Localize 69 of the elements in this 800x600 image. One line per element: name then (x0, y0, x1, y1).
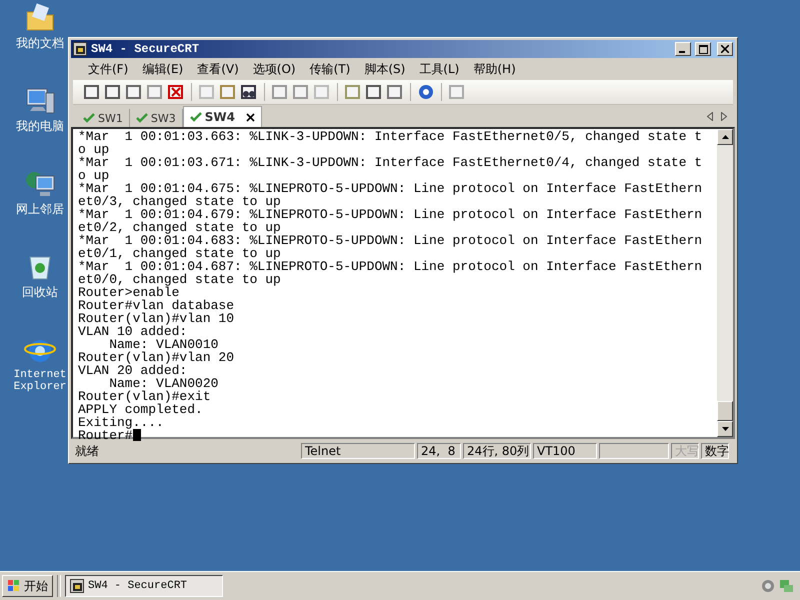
desktop-icon-label[interactable]: Internet Explorer (14, 369, 66, 393)
check-icon (136, 113, 148, 123)
status-pane (599, 443, 669, 459)
menu-item[interactable]: 传输(T) (302, 60, 358, 78)
terminal-cursor (132, 429, 141, 441)
terminal-line: et0/0, changed state to up (78, 273, 281, 286)
status-pane: VT100 (533, 443, 597, 459)
terminal-line: APPLY completed. (78, 403, 203, 416)
desktop-icon-label[interactable]: 网上邻居 (16, 203, 64, 215)
status-pane: 数字 (701, 443, 729, 459)
minimize-button[interactable] (675, 42, 691, 56)
menu-item[interactable]: 查看(V) (190, 60, 246, 78)
close-button[interactable] (717, 42, 733, 56)
session-tab[interactable]: SW4 (182, 106, 262, 127)
terminal-line: o up (78, 169, 110, 182)
terminal-line: et0/3, changed state to up (78, 195, 281, 208)
menu-item[interactable]: 帮助(H) (466, 60, 523, 78)
window-title: SW4 - SecureCRT (91, 42, 200, 56)
down-arrow-icon[interactable] (722, 427, 728, 431)
maximize-icon (698, 44, 708, 54)
desktop-icon-label[interactable]: 回收站 (22, 286, 58, 298)
menu-item[interactable]: 脚本(S) (357, 60, 412, 78)
terminal-line: *Mar 1 00:01:04.687: %LINEPROTO-5-UPDOWN: Line protocol on Interface FastEthern (78, 260, 702, 273)
terminal-line: *Mar 1 00:01:04.683: %LINEPROTO-5-UPDOWN: Line protocol on Interface FastEthern (78, 234, 702, 247)
menu-item[interactable]: 文件(F) (81, 60, 136, 78)
windows-logo-icon (7, 579, 21, 593)
status-pane: Telnet (301, 443, 415, 459)
desktop-icon-label[interactable]: 我的电脑 (16, 120, 64, 132)
menu-item[interactable]: 编辑(E) (135, 60, 190, 78)
close-icon[interactable] (246, 112, 255, 122)
start-button[interactable]: 开始 (2, 575, 53, 597)
maximize-button[interactable] (695, 42, 711, 56)
app-window-icon (73, 42, 87, 56)
terminal-line: *Mar 1 00:01:03.671: %LINK-3-UPDOWN: Interface FastEthernet0/4, changed state t (78, 156, 702, 169)
terminal-line: Name: VLAN0020 (109, 377, 218, 390)
terminal-line: Router#vlan database (78, 299, 234, 312)
status-message: 就绪 (74, 442, 100, 460)
disconnect-icon[interactable] (167, 83, 185, 101)
terminal-line: Router# (78, 429, 133, 442)
status-pane: 24, 8 (417, 443, 461, 459)
taskbar-button[interactable]: SW4 - SecureCRT (65, 575, 223, 597)
terminal[interactable] (71, 127, 735, 439)
right-arrow-icon[interactable] (721, 112, 727, 120)
check-icon (83, 113, 95, 123)
terminal-line: *Mar 1 00:01:03.663: %LINK-3-UPDOWN: Interface FastEthernet0/5, changed state t (78, 130, 702, 143)
terminal-line: Router(vlan)#vlan 20 (78, 351, 234, 364)
terminal-line: Router>enable (78, 286, 180, 299)
terminal-line: *Mar 1 00:01:04.675: %LINEPROTO-5-UPDOWN: Line protocol on Interface FastEthern (78, 182, 702, 195)
terminal-line: o up (78, 143, 110, 156)
terminal-line: Router(vlan)#vlan 10 (78, 312, 234, 325)
terminal-line: VLAN 20 added: (78, 364, 188, 377)
scrollbar-thumb[interactable] (717, 401, 733, 421)
terminal-line: *Mar 1 00:01:04.679: %LINEPROTO-5-UPDOWN: Line protocol on Interface FastEthern (78, 208, 702, 221)
menu-item[interactable]: 工具(L) (412, 60, 466, 78)
up-arrow-icon[interactable] (722, 135, 728, 139)
vertical-scrollbar[interactable] (717, 129, 733, 437)
check-icon (190, 112, 202, 122)
terminal-line: VLAN 10 added: (78, 325, 188, 338)
terminal-line: Name: VLAN0010 (109, 338, 218, 351)
desktop-icon-label[interactable]: 我的文档 (16, 37, 64, 49)
terminal-line: Router(vlan)#exit (78, 390, 211, 403)
terminal-line: et0/2, changed state to up (78, 221, 281, 234)
close-icon (721, 45, 729, 53)
app-window-icon (70, 579, 84, 593)
terminal-line: et0/1, changed state to up (78, 247, 281, 260)
terminal-line: Exiting.... (78, 416, 164, 429)
menu-item[interactable]: 选项(O) (246, 60, 303, 78)
status-pane: 24行, 80列 (463, 443, 531, 459)
left-arrow-icon[interactable] (707, 112, 713, 120)
